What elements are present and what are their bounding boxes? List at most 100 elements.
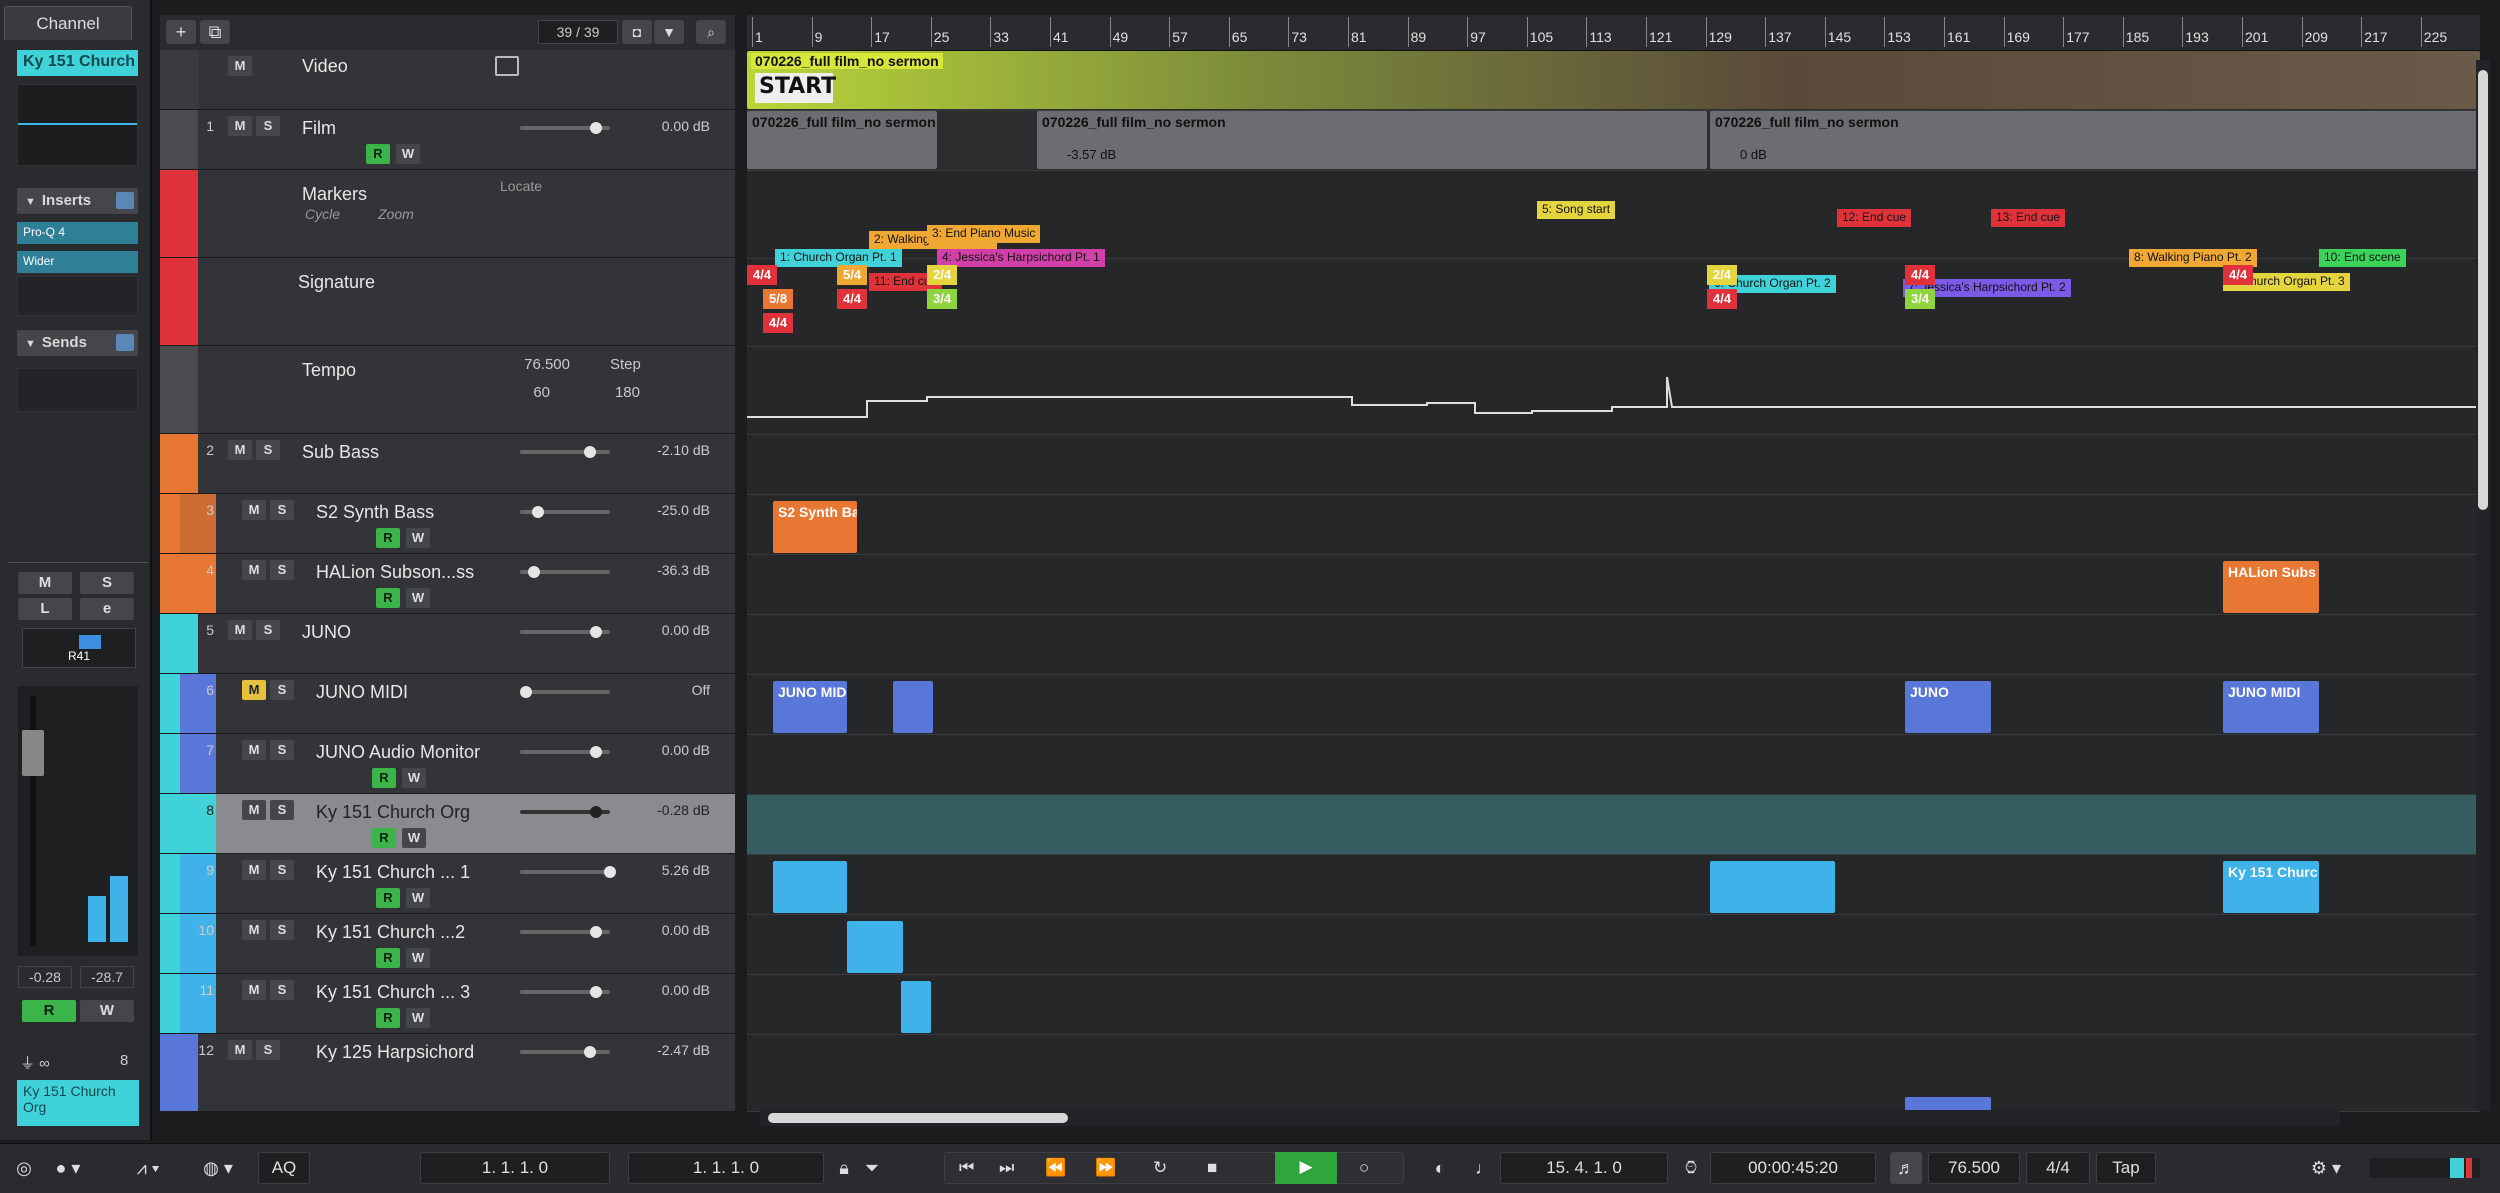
audio-clip[interactable] — [773, 861, 847, 913]
filter-icon[interactable]: ▼ — [654, 20, 684, 44]
inspector-listen-button[interactable]: L — [18, 598, 72, 620]
volume-fader[interactable] — [520, 446, 610, 458]
timecode-icon[interactable]: ⌚︎ — [1676, 1152, 1706, 1184]
sends-section-header[interactable]: ▼ Sends — [17, 330, 138, 356]
vertical-scrollbar[interactable] — [2476, 60, 2490, 1110]
cycle-dropdown[interactable]: Cycle — [305, 206, 340, 222]
track-s2-synth-bass[interactable]: 3 M S S2 Synth Bass -25.0 dB R W — [160, 494, 735, 554]
ruler[interactable]: 1 9 17 25 33 41 49 57 65 73 81 89 97 105 113 121 129 137 1… — [747, 15, 2480, 51]
track-juno-midi[interactable]: 6 M S JUNO MIDI Off — [160, 674, 735, 734]
signature-event[interactable]: 3/4 — [927, 289, 958, 309]
right-locator[interactable]: 1. 1. 1. 0 — [628, 1152, 824, 1184]
record-mode-icon[interactable]: ● ▾ — [48, 1152, 88, 1184]
volume-fader[interactable] — [520, 566, 610, 578]
settings-icon[interactable]: ◎ — [4, 1152, 44, 1184]
position-bars[interactable]: 15. 4. 1. 0 — [1500, 1152, 1668, 1184]
duplicate-track-icon[interactable]: ⧉ — [200, 20, 230, 44]
midi-clip[interactable]: S2 Synth Ba — [773, 501, 857, 553]
signature-event[interactable]: 2/4 — [1707, 265, 1738, 285]
midi-clip[interactable]: JUNO MIDI — [2223, 681, 2319, 733]
camera-icon[interactable]: ◘ — [622, 20, 652, 44]
volume-fader[interactable] — [520, 626, 610, 638]
tempo-value[interactable]: 76.500 — [480, 356, 570, 378]
inspector-mute-button[interactable]: M — [18, 572, 72, 594]
track-juno[interactable]: 5 M S JUNO 0.00 dB — [160, 614, 735, 674]
inspector-write-button[interactable]: W — [80, 1000, 134, 1022]
signature-event[interactable]: 4/4 — [1707, 289, 1738, 309]
midi-clip[interactable]: JUNO MIDI — [773, 681, 847, 733]
pan-control[interactable]: R41 — [22, 628, 136, 668]
cycle-icon[interactable]: ↻ — [1153, 1153, 1167, 1183]
midi-clip[interactable] — [893, 681, 933, 733]
signature-event[interactable]: 4/4 — [1905, 265, 1936, 285]
marker[interactable]: 12: End cue — [1837, 209, 1912, 227]
tab-channel[interactable]: Channel — [4, 6, 132, 40]
volume-fader-handle[interactable] — [22, 730, 44, 776]
track-ky151-church-2[interactable]: 10 M S Ky 151 Church ...2 0.00 dB R W — [160, 914, 735, 974]
inspector-edit-button[interactable]: e — [80, 598, 134, 620]
midi-clip[interactable]: HALion Subs — [2223, 561, 2319, 613]
audio-clip[interactable] — [901, 981, 931, 1033]
track-ky151-church-1[interactable]: 9 M S Ky 151 Church ... 1 5.26 dB R W — [160, 854, 735, 914]
metronome-toggle-icon[interactable]: ◐ — [1420, 1152, 1460, 1184]
volume-fader[interactable] — [520, 926, 610, 938]
marker[interactable]: 13: End cue — [1991, 209, 2066, 227]
track-sub-bass[interactable]: 2 M S Sub Bass -2.10 dB — [160, 434, 735, 494]
midi-clip[interactable]: JUNO — [1905, 681, 1991, 733]
track-film[interactable]: 1 M S Film 0.00 dB R W — [160, 110, 735, 170]
horizontal-scrollbar[interactable] — [760, 1110, 2340, 1126]
inserts-settings-icon[interactable] — [116, 192, 134, 209]
aq-button[interactable]: AQ — [258, 1152, 310, 1184]
insert-slot-1[interactable]: Pro-Q 4 — [17, 222, 138, 244]
volume-fader[interactable] — [520, 686, 610, 698]
track-markers[interactable]: Markers Locate Cycle Zoom — [160, 170, 735, 258]
volume-fader[interactable] — [520, 506, 610, 518]
sends-settings-icon[interactable] — [116, 334, 134, 351]
tempo-mode-dropdown[interactable]: Step — [610, 356, 641, 373]
tempo-max[interactable]: 180 — [560, 384, 640, 401]
arrange-window[interactable]: 1 9 17 25 33 41 49 57 65 73 81 89 97 105 113 121 129 137 1… — [747, 15, 2480, 1112]
mute-button[interactable]: M — [228, 116, 252, 136]
volume-fader[interactable] — [520, 746, 610, 758]
go-to-start-icon[interactable]: ⏮ — [959, 1153, 974, 1183]
tempo-track-icon[interactable]: ♬ — [1890, 1152, 1922, 1184]
inspector-solo-button[interactable]: S — [80, 572, 134, 594]
tempo-min[interactable]: 60 — [470, 384, 550, 401]
zoom-dropdown[interactable]: Zoom — [378, 206, 414, 222]
monitor-icon[interactable]: ⏚ ∞ — [20, 1052, 50, 1073]
mute-button[interactable]: M — [228, 56, 252, 76]
search-icon[interactable]: ⌕ — [696, 20, 726, 44]
track-halion-subsonic[interactable]: 4 M S HALion Subson...ss -36.3 dB R W — [160, 554, 735, 614]
fast-forward-icon[interactable]: ⏩ — [1095, 1153, 1116, 1183]
signature-event[interactable]: 4/4 — [747, 265, 778, 285]
left-locator[interactable]: 1. 1. 1. 0 — [420, 1152, 610, 1184]
tempo-curve[interactable] — [747, 347, 2480, 435]
write-button[interactable]: W — [396, 144, 420, 164]
video-icon[interactable] — [495, 56, 519, 76]
track-ky151-church-3[interactable]: 11 M S Ky 151 Church ... 3 0.00 dB R W — [160, 974, 735, 1034]
note-icon[interactable]: ♩ — [1472, 1152, 1496, 1184]
volume-fader[interactable] — [520, 806, 610, 818]
stop-icon[interactable]: ■ — [1207, 1153, 1217, 1183]
track-ky151-church-org[interactable]: 8 M S Ky 151 Church Org -0.28 dB R W — [160, 794, 735, 854]
audio-clip[interactable] — [847, 921, 903, 973]
track-video[interactable]: M Video — [160, 50, 735, 110]
audio-clip[interactable] — [1710, 861, 1835, 913]
audio-clip-1[interactable]: 070226_full film_no sermon — [747, 111, 937, 169]
add-track-button[interactable]: + — [166, 20, 196, 44]
track-signature[interactable]: Signature — [160, 258, 735, 346]
tap-button[interactable]: Tap — [2096, 1152, 2156, 1184]
tools-icon[interactable]: ⚙ ▾ — [2296, 1152, 2356, 1184]
waveform-icon[interactable]: ⩘ ▾ — [118, 1152, 178, 1184]
inspector-read-button[interactable]: R — [22, 1000, 76, 1022]
position-time[interactable]: 00:00:45:20 — [1710, 1152, 1876, 1184]
video-clip[interactable]: 070226_full film_no sermon START — [747, 51, 2480, 109]
marker[interactable]: 3: End Piano Music — [927, 225, 1041, 243]
rewind-icon[interactable]: ⏪ — [1045, 1153, 1066, 1183]
play-icon[interactable]: ▶ — [1275, 1152, 1337, 1184]
signature-event[interactable]: 5/8 — [763, 289, 794, 309]
volume-fader[interactable] — [520, 1046, 610, 1058]
solo-button[interactable]: S — [256, 116, 280, 136]
track-juno-audio-monitor[interactable]: 7 M S JUNO Audio Monitor 0.00 dB R W — [160, 734, 735, 794]
signature-event[interactable]: 4/4 — [763, 313, 794, 333]
